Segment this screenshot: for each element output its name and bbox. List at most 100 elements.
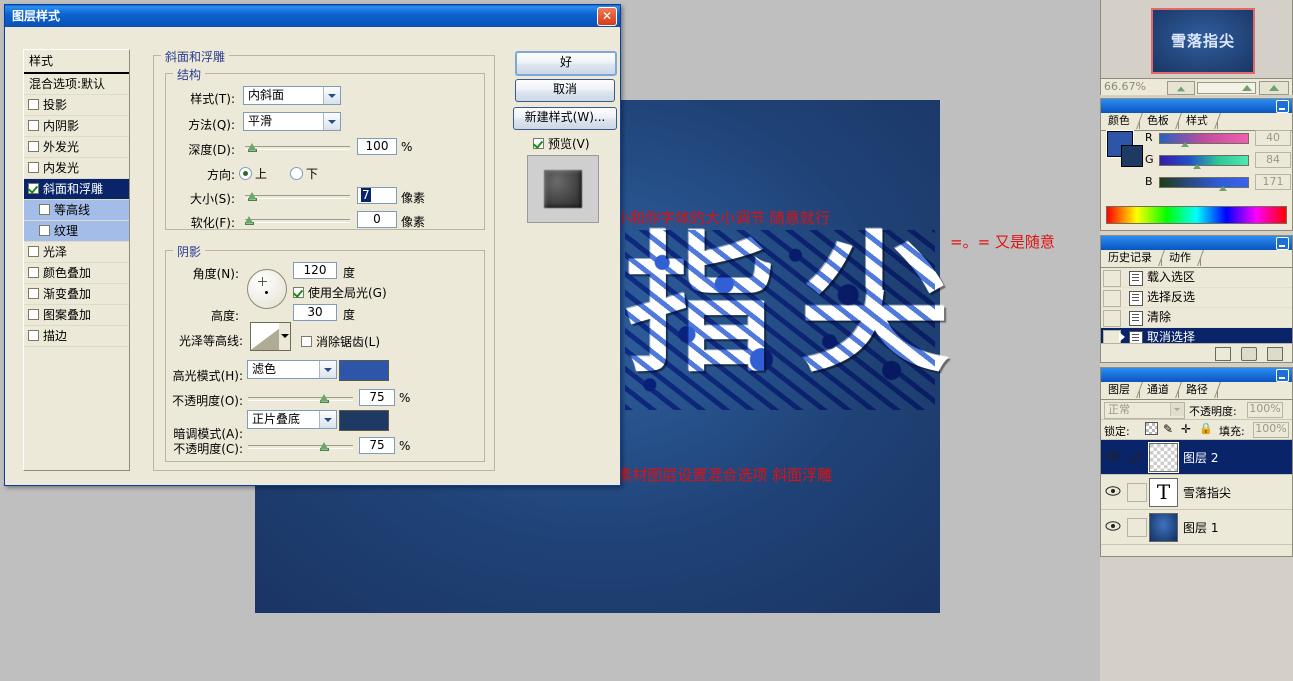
- angle-value-input[interactable]: 120: [293, 262, 337, 279]
- checkbox-checked-icon[interactable]: [28, 183, 39, 194]
- altitude-value-input[interactable]: 30: [293, 304, 337, 321]
- tab-swatches[interactable]: 色板: [1140, 113, 1179, 129]
- style-item-pattern-overlay[interactable]: 图案叠加: [24, 305, 129, 326]
- lock-move-icon[interactable]: ✛: [1181, 422, 1191, 436]
- style-item-texture[interactable]: 纹理: [24, 221, 129, 242]
- highlight-opacity-slider[interactable]: [248, 392, 353, 404]
- layer-row[interactable]: 图层 2: [1101, 440, 1292, 475]
- channel-ramp[interactable]: [1159, 177, 1249, 188]
- shadow-mode-select[interactable]: 正片叠底: [247, 410, 337, 429]
- channel-value[interactable]: 40: [1255, 130, 1291, 146]
- shadow-opacity-slider[interactable]: [248, 440, 353, 452]
- channel-knob[interactable]: [1181, 142, 1189, 147]
- blend-mode-select[interactable]: 正常: [1104, 402, 1185, 419]
- style-item-blending-options[interactable]: 混合选项:默认: [24, 74, 129, 95]
- history-item[interactable]: 选择反选: [1101, 288, 1292, 308]
- zoom-in-button[interactable]: [1259, 81, 1289, 95]
- antialias-checkbox[interactable]: 消除锯齿(L): [301, 333, 380, 350]
- zoom-level-input[interactable]: 66.67%: [1104, 80, 1162, 94]
- layer-row[interactable]: T 雪落指尖: [1101, 475, 1292, 510]
- minimize-icon[interactable]: [1276, 369, 1289, 382]
- ok-button[interactable]: 好: [515, 51, 617, 76]
- style-item-bevel-emboss[interactable]: 斜面和浮雕: [24, 179, 129, 200]
- layer-style-brush-icon[interactable]: [1127, 448, 1145, 465]
- channel-knob[interactable]: [1193, 164, 1201, 169]
- checkbox-icon[interactable]: [28, 99, 39, 110]
- shadow-opacity-input[interactable]: 75: [359, 437, 395, 454]
- history-item[interactable]: 清除: [1101, 308, 1292, 328]
- slider-knob[interactable]: [248, 141, 257, 152]
- navigator-thumbnail[interactable]: 雪落指尖: [1151, 8, 1255, 74]
- tab-paths[interactable]: 路径: [1179, 382, 1218, 398]
- slider-knob[interactable]: [320, 392, 329, 403]
- channel-ramp[interactable]: [1159, 133, 1249, 144]
- color-spectrum-bar[interactable]: [1106, 206, 1287, 224]
- chevron-down-icon[interactable]: [319, 361, 336, 378]
- channel-knob[interactable]: [1219, 186, 1227, 191]
- tab-history[interactable]: 历史记录: [1101, 250, 1162, 266]
- layer-link-cell[interactable]: [1127, 518, 1147, 537]
- history-item[interactable]: 载入选区: [1101, 268, 1292, 288]
- zoom-out-button[interactable]: [1167, 81, 1195, 95]
- channel-value[interactable]: 84: [1255, 152, 1291, 168]
- checkbox-checked-icon[interactable]: [293, 287, 304, 298]
- minimize-icon[interactable]: [1276, 237, 1289, 250]
- direction-down-radio[interactable]: 下: [290, 165, 318, 182]
- lock-transparency-icon[interactable]: [1145, 422, 1158, 435]
- layers-palette-titlebar[interactable]: [1101, 368, 1292, 382]
- snapshot-slot[interactable]: [1103, 310, 1121, 327]
- channel-value[interactable]: 171: [1255, 174, 1291, 190]
- chevron-down-icon[interactable]: [323, 113, 340, 130]
- style-item-gradient-overlay[interactable]: 渐变叠加: [24, 284, 129, 305]
- soften-slider[interactable]: [245, 214, 350, 226]
- soften-value-input[interactable]: 0: [357, 211, 397, 228]
- checkbox-icon[interactable]: [28, 309, 39, 320]
- checkbox-icon[interactable]: [39, 204, 50, 215]
- tab-actions[interactable]: 动作: [1162, 250, 1201, 266]
- checkbox-icon[interactable]: [301, 336, 312, 347]
- navigator-thumbnail-area[interactable]: 雪落指尖: [1101, 0, 1292, 78]
- slider-knob[interactable]: [320, 440, 329, 451]
- style-item-inner-shadow[interactable]: 内阴影: [24, 116, 129, 137]
- checkbox-icon[interactable]: [28, 246, 39, 257]
- chevron-down-icon[interactable]: [323, 87, 340, 104]
- layer-link-cell[interactable]: [1127, 483, 1147, 502]
- style-item-color-overlay[interactable]: 颜色叠加: [24, 263, 129, 284]
- checkbox-icon[interactable]: [39, 225, 50, 236]
- slider-knob[interactable]: [248, 190, 257, 201]
- style-item-stroke[interactable]: 描边: [24, 326, 129, 347]
- minimize-icon[interactable]: [1276, 100, 1289, 113]
- new-document-icon[interactable]: [1215, 347, 1231, 361]
- lock-paint-icon[interactable]: ✎: [1163, 422, 1173, 436]
- checkbox-icon[interactable]: [28, 267, 39, 278]
- chevron-down-icon[interactable]: [1170, 403, 1184, 416]
- radio-selected-icon[interactable]: [239, 167, 252, 180]
- checkbox-checked-icon[interactable]: [533, 138, 544, 149]
- close-icon[interactable]: ✕: [597, 7, 617, 26]
- checkbox-icon[interactable]: [28, 141, 39, 152]
- layer-thumbnail-text-icon[interactable]: T: [1149, 478, 1178, 507]
- opacity-value[interactable]: 100%: [1247, 402, 1283, 418]
- depth-slider[interactable]: [245, 141, 350, 153]
- preview-checkbox[interactable]: 预览(V): [533, 135, 590, 152]
- color-palette-titlebar[interactable]: [1101, 99, 1292, 113]
- checkbox-icon[interactable]: [28, 330, 39, 341]
- style-item-drop-shadow[interactable]: 投影: [24, 95, 129, 116]
- highlight-color-swatch[interactable]: [339, 360, 389, 381]
- checkbox-icon[interactable]: [28, 162, 39, 173]
- radio-icon[interactable]: [290, 167, 303, 180]
- layer-row[interactable]: 图层 1: [1101, 510, 1292, 545]
- global-light-checkbox[interactable]: 使用全局光(G): [293, 284, 387, 301]
- style-item-satin[interactable]: 光泽: [24, 242, 129, 263]
- technique-select[interactable]: 平滑: [243, 112, 341, 131]
- eye-icon[interactable]: [1105, 485, 1121, 497]
- shadow-color-swatch[interactable]: [339, 410, 389, 431]
- tab-color[interactable]: 颜色: [1101, 113, 1140, 129]
- snapshot-slot[interactable]: [1103, 290, 1121, 307]
- camera-snapshot-icon[interactable]: [1241, 347, 1257, 361]
- trash-icon[interactable]: [1267, 347, 1283, 361]
- checkbox-icon[interactable]: [28, 120, 39, 131]
- fill-value[interactable]: 100%: [1253, 422, 1289, 438]
- contour-dropdown-icon[interactable]: [279, 322, 291, 351]
- tab-channels[interactable]: 通道: [1140, 382, 1179, 398]
